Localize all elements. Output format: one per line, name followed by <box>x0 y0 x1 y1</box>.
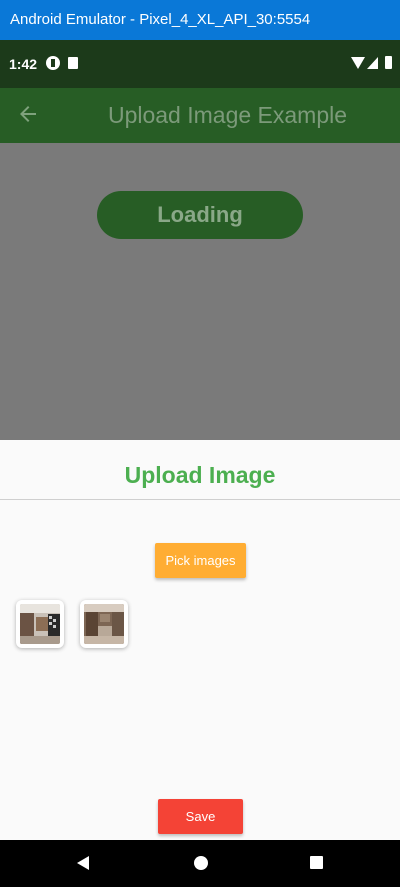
app-bar: Upload Image Example <box>0 88 400 143</box>
wifi-icon <box>351 57 365 69</box>
data-saver-icon <box>46 56 60 70</box>
sd-card-icon <box>68 57 78 69</box>
sheet-title: Upload Image <box>124 462 276 488</box>
app-title: Upload Image Example <box>107 102 348 128</box>
battery-icon <box>385 56 392 69</box>
upload-bottom-sheet: Upload Image Pick images Save <box>0 440 400 840</box>
loading-button[interactable]: Loading <box>97 191 303 239</box>
room-photo-1 <box>20 604 60 644</box>
nav-back-icon[interactable] <box>77 856 89 870</box>
room-photo-2 <box>84 604 124 644</box>
sheet-divider <box>0 499 400 500</box>
emulator-window-title: Android Emulator - Pixel_4_XL_API_30:555… <box>0 0 400 40</box>
nav-recents-icon[interactable] <box>310 856 323 869</box>
nav-home-icon[interactable] <box>194 856 208 870</box>
status-time: 1:42 <box>9 56 38 72</box>
status-bar: 1:42 <box>0 40 400 88</box>
cell-signal-icon <box>367 57 378 69</box>
image-thumbnail[interactable] <box>16 600 64 648</box>
modal-scrim[interactable]: Loading <box>0 143 400 440</box>
system-nav-bar <box>0 840 400 887</box>
pick-images-button[interactable]: Pick images <box>155 543 246 578</box>
save-button[interactable]: Save <box>158 799 243 834</box>
image-thumbnail[interactable] <box>80 600 128 648</box>
